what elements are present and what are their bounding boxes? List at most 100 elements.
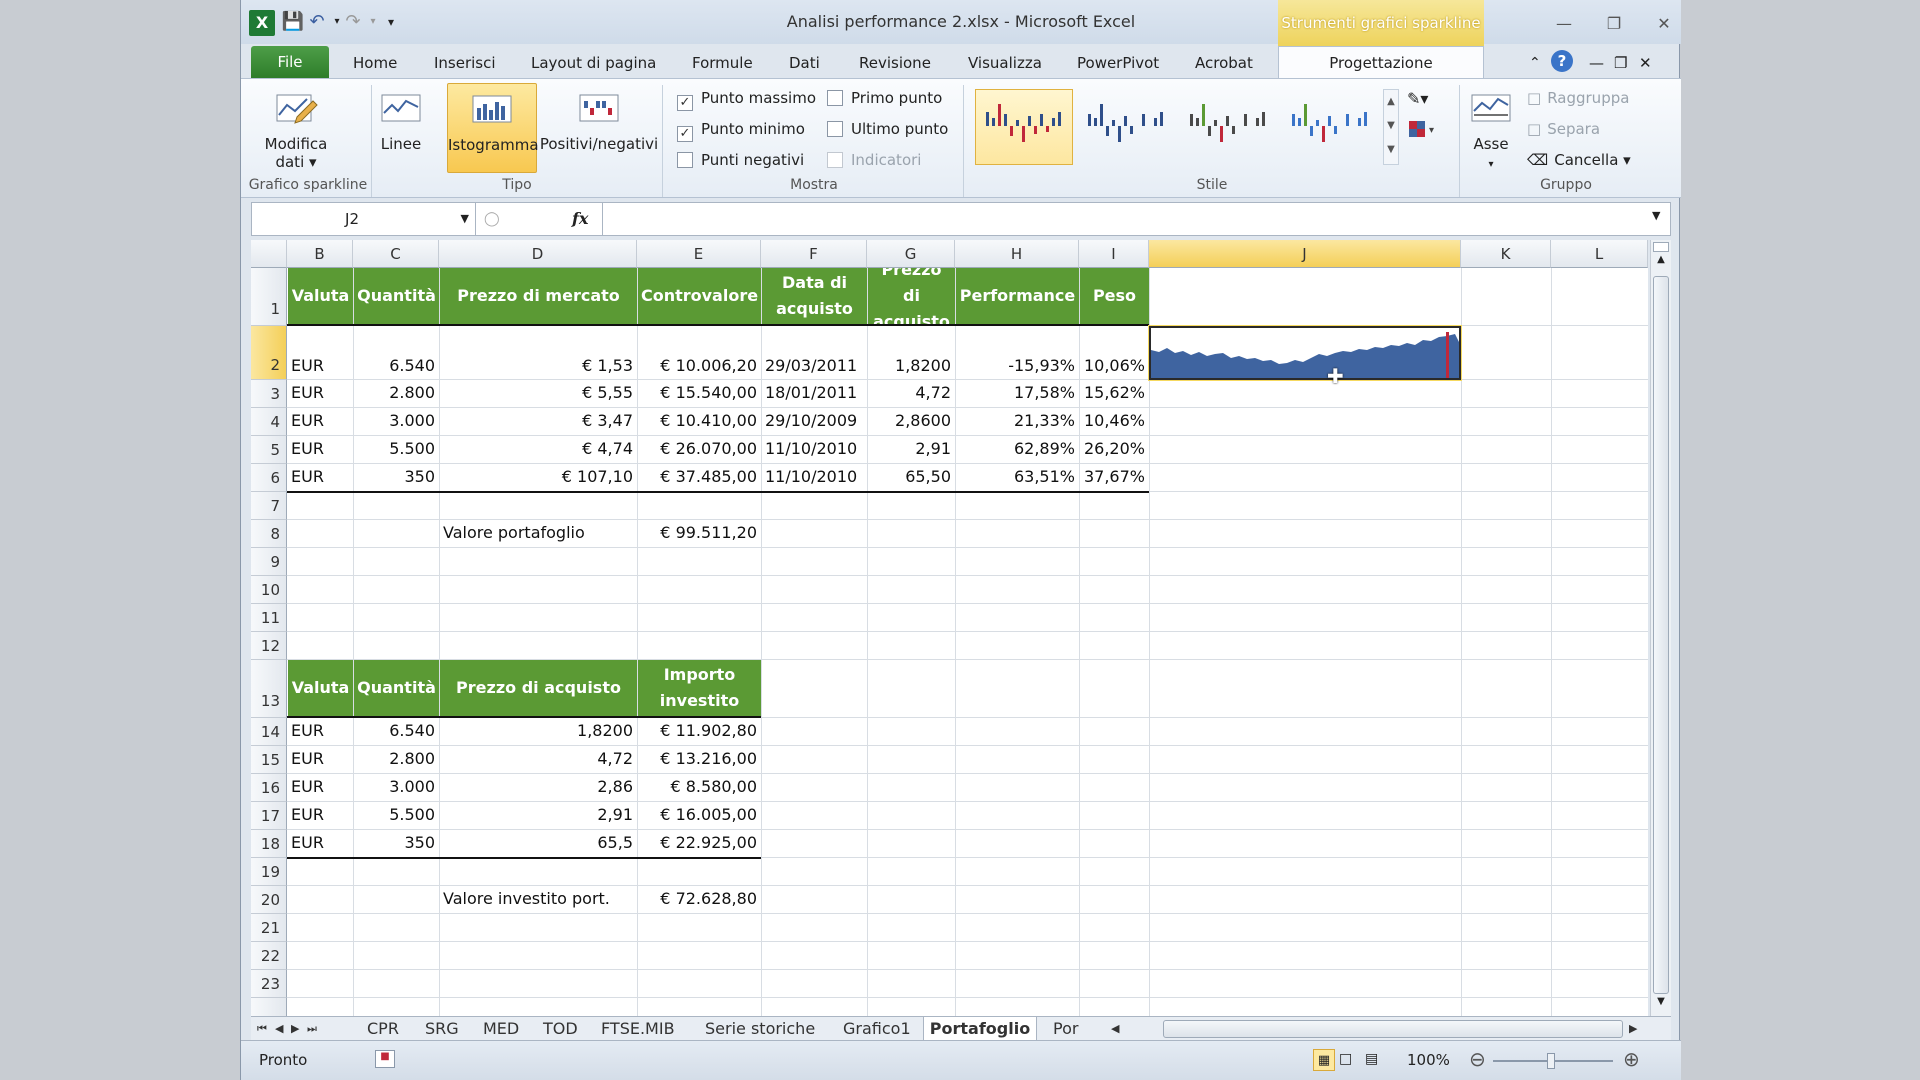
- sheet-tab-ftsemib[interactable]: FTSE.MIB: [601, 1017, 675, 1041]
- checkbox-icon[interactable]: [827, 121, 843, 137]
- col-header-e[interactable]: E: [637, 240, 761, 268]
- table-cell[interactable]: 10,46%: [1079, 411, 1149, 435]
- checkbox-icon[interactable]: [827, 152, 843, 168]
- table-cell[interactable]: 2.800: [353, 749, 439, 773]
- table-cell[interactable]: € 13.216,00: [637, 749, 761, 773]
- minimize-ribbon-icon[interactable]: ⌃: [1529, 50, 1541, 78]
- table-cell[interactable]: EUR: [287, 721, 353, 745]
- style-swatch-4[interactable]: [1281, 89, 1379, 165]
- style-gallery-scroll[interactable]: ▲ ▼ ▼: [1383, 89, 1399, 165]
- table2-header-importo[interactable]: Importo investito: [638, 660, 761, 716]
- table-cell[interactable]: € 26.070,00: [637, 439, 761, 463]
- table-cell[interactable]: EUR: [287, 411, 353, 435]
- portfolio-value[interactable]: € 99.511,20: [637, 523, 761, 547]
- table-cell[interactable]: € 11.902,80: [637, 721, 761, 745]
- horizontal-scroll-thumb[interactable]: [1163, 1020, 1623, 1038]
- row-header-14[interactable]: 14: [251, 718, 287, 746]
- chevron-down-icon[interactable]: ▼: [461, 203, 469, 235]
- row-header-1[interactable]: 1: [251, 268, 287, 326]
- table-cell[interactable]: EUR: [287, 356, 353, 380]
- checkbox-icon[interactable]: [827, 90, 843, 106]
- scroll-right-icon[interactable]: ▶: [1629, 1017, 1637, 1041]
- checkbox-punto-minimo[interactable]: ✓ Punto minimo: [677, 120, 805, 142]
- ungroup-button[interactable]: □ Separa: [1527, 120, 1600, 138]
- tab-progettazione[interactable]: Progettazione: [1278, 46, 1484, 80]
- tab-visualizza[interactable]: Visualizza: [968, 50, 1042, 78]
- table-cell[interactable]: € 22.925,00: [637, 833, 761, 857]
- minimize-icon[interactable]: —: [1547, 12, 1581, 36]
- checkbox-indicatori[interactable]: Indicatori: [827, 151, 921, 169]
- table-cell[interactable]: 1,8200: [867, 356, 955, 380]
- scroll-down-icon[interactable]: ▼: [1653, 996, 1669, 1007]
- table-cell[interactable]: € 8.580,00: [637, 777, 761, 801]
- row-header-2[interactable]: 2: [251, 326, 287, 380]
- col-header-h[interactable]: H: [955, 240, 1079, 268]
- page-layout-view-icon[interactable]: □: [1339, 1051, 1352, 1067]
- table1-header-controvalore[interactable]: Controvalore: [638, 268, 761, 324]
- table-cell[interactable]: 29/10/2009: [761, 411, 867, 435]
- table-cell[interactable]: 65,5: [439, 833, 637, 857]
- row-header-24[interactable]: [251, 998, 287, 1016]
- table-cell[interactable]: 11/10/2010: [761, 467, 867, 491]
- winloss-sparkline-button[interactable]: Positivi/negativi: [539, 83, 659, 173]
- clear-button[interactable]: ⌫ Cancella ▾: [1527, 151, 1631, 169]
- table-cell[interactable]: 350: [353, 467, 439, 491]
- table-cell[interactable]: € 4,74: [439, 439, 637, 463]
- style-swatch-2[interactable]: [1077, 89, 1175, 165]
- table-cell[interactable]: -15,93%: [955, 356, 1079, 380]
- page-break-view-icon[interactable]: ▤: [1365, 1051, 1378, 1067]
- table2-header-prezzo-acquisto[interactable]: Prezzo di acquisto: [440, 660, 637, 716]
- table-cell[interactable]: 2,91: [439, 805, 637, 829]
- table2-header-quantita[interactable]: Quantità: [354, 660, 439, 716]
- table-cell[interactable]: 350: [353, 833, 439, 857]
- row-header-7[interactable]: 7: [251, 492, 287, 520]
- table1-header-peso[interactable]: Peso: [1080, 268, 1149, 324]
- table-cell[interactable]: 3.000: [353, 777, 439, 801]
- col-header-k[interactable]: K: [1461, 240, 1551, 268]
- table-cell[interactable]: 5.500: [353, 439, 439, 463]
- table-cell[interactable]: 5.500: [353, 805, 439, 829]
- table-cell[interactable]: € 1,53: [439, 356, 637, 380]
- table-cell[interactable]: 2,86: [439, 777, 637, 801]
- table1-header-performance[interactable]: Performance: [956, 268, 1079, 324]
- tab-revisione[interactable]: Revisione: [859, 50, 931, 78]
- tab-scroll-left-icon[interactable]: ◀: [1111, 1017, 1119, 1041]
- scroll-thumb[interactable]: [1653, 276, 1669, 994]
- checkbox-icon[interactable]: ✓: [677, 95, 693, 111]
- table-cell[interactable]: 26,20%: [1079, 439, 1149, 463]
- last-sheet-icon[interactable]: ⏭: [307, 1017, 317, 1041]
- tab-formule[interactable]: Formule: [692, 50, 753, 78]
- style-swatch-3[interactable]: [1179, 89, 1277, 165]
- axis-button[interactable]: Asse ▾: [1465, 83, 1517, 173]
- portfolio-value-label[interactable]: Valore portafoglio: [439, 523, 637, 547]
- prev-sheet-icon[interactable]: ◀: [275, 1017, 283, 1041]
- sheet-tab-srg[interactable]: SRG: [425, 1017, 459, 1041]
- edit-data-button[interactable]: Modifica dati ▾: [255, 83, 337, 173]
- table-cell[interactable]: EUR: [287, 777, 353, 801]
- tab-acrobat[interactable]: Acrobat: [1195, 50, 1253, 78]
- style-swatch-1[interactable]: [975, 89, 1073, 165]
- table-cell[interactable]: 18/01/2011: [761, 383, 867, 407]
- table1-header-prezzo-mercato[interactable]: Prezzo di mercato: [440, 268, 637, 324]
- row-header-21[interactable]: 21: [251, 914, 287, 942]
- checkbox-punto-massimo[interactable]: ✓ Punto massimo: [677, 89, 816, 111]
- table-cell[interactable]: € 37.485,00: [637, 467, 761, 491]
- table-cell[interactable]: € 5,55: [439, 383, 637, 407]
- table-cell[interactable]: € 107,10: [439, 467, 637, 491]
- row-header-18[interactable]: 18: [251, 830, 287, 858]
- tab-layout[interactable]: Layout di pagina: [531, 50, 656, 78]
- marker-color-icon[interactable]: ▾: [1407, 119, 1447, 141]
- col-header-d[interactable]: D: [439, 240, 637, 268]
- row-header-11[interactable]: 11: [251, 604, 287, 632]
- zoom-slider-handle[interactable]: [1547, 1053, 1555, 1069]
- table-cell[interactable]: 10,06%: [1079, 356, 1149, 380]
- row-header-23[interactable]: 23: [251, 970, 287, 998]
- col-header-c[interactable]: C: [353, 240, 439, 268]
- first-sheet-icon[interactable]: ⏮: [257, 1017, 267, 1041]
- tab-home[interactable]: Home: [353, 50, 397, 78]
- close-icon[interactable]: ✕: [1647, 12, 1681, 36]
- table-cell[interactable]: € 15.540,00: [637, 383, 761, 407]
- sheet-tab-por[interactable]: Por: [1053, 1017, 1078, 1041]
- row-header-9[interactable]: 9: [251, 548, 287, 576]
- sparkline-cell-j2[interactable]: ✚: [1148, 325, 1462, 388]
